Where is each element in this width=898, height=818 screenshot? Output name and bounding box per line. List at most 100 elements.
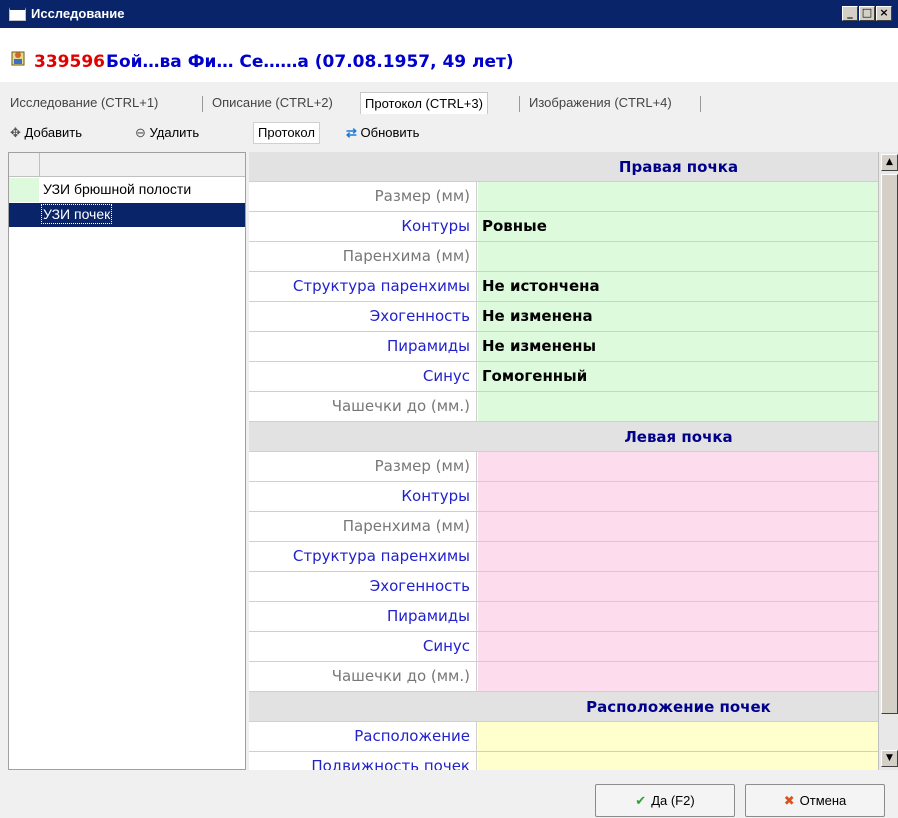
remove-label: Удалить (149, 125, 200, 140)
row-indicator (9, 178, 39, 202)
grid-row: Размер (мм) (249, 182, 878, 212)
field-label: Размер (мм) (249, 182, 477, 211)
tab-separator (202, 96, 203, 112)
list-item[interactable]: УЗИ брюшной полости (9, 178, 245, 202)
protocol-toolbar: Протокол ⇄ Обновить (249, 118, 898, 146)
window-icon (9, 7, 26, 21)
remove-button[interactable]: ⊖ Удалить (135, 123, 199, 143)
patient-icon (11, 51, 25, 66)
field-label: Подвижность почек (249, 752, 477, 770)
grid-row: Контуры (249, 482, 878, 512)
field-value[interactable] (478, 542, 878, 571)
field-label: Чашечки до (мм.) (249, 662, 477, 691)
field-label: Пирамиды (249, 602, 477, 631)
field-value[interactable] (478, 602, 878, 631)
field-value[interactable] (478, 512, 878, 541)
field-value[interactable]: Не истончена (478, 272, 878, 301)
check-icon: ✔ (635, 793, 647, 808)
plus-icon: ✥ (10, 125, 21, 140)
field-value[interactable] (478, 392, 878, 421)
field-value[interactable]: Ровные (478, 212, 878, 241)
field-value[interactable] (478, 722, 878, 751)
field-value[interactable] (478, 482, 878, 511)
field-value[interactable] (478, 452, 878, 481)
field-label: Паренхима (мм) (249, 242, 477, 271)
field-label: Пирамиды (249, 332, 477, 361)
study-list-toolbar: ✥ Добавить ⊖ Удалить (0, 118, 247, 146)
study-list-header (9, 153, 245, 177)
grid-row: Контуры Ровные (249, 212, 878, 242)
ok-button[interactable]: ✔ Да (F2) (595, 784, 735, 817)
cross-icon: ✖ (783, 793, 795, 808)
field-value[interactable] (478, 182, 878, 211)
scroll-thumb[interactable] (881, 174, 898, 714)
tab-images[interactable]: Изображения (CTRL+4) (525, 92, 676, 114)
list-item-selected[interactable]: УЗИ почек (9, 203, 245, 227)
field-label: Чашечки до (мм.) (249, 392, 477, 421)
patient-name: Бой…ва Фи… Се……а (07.08.1957, 49 лет) (106, 52, 514, 72)
cancel-label: Отмена (799, 793, 847, 808)
list-item-label: УЗИ брюшной полости (43, 181, 192, 197)
minimize-button[interactable]: _ (842, 6, 858, 21)
study-list: УЗИ брюшной полости УЗИ почек (8, 152, 246, 770)
field-label: Размер (мм) (249, 452, 477, 481)
tab-separator (519, 96, 520, 112)
grid-row: Структура паренхимы Не истончена (249, 272, 878, 302)
field-label: Синус (249, 632, 477, 661)
field-value[interactable] (478, 752, 878, 770)
scroll-up-icon[interactable]: ▲ (881, 154, 898, 171)
list-item-label: УЗИ почек (40, 204, 113, 224)
tab-description[interactable]: Описание (CTRL+2) (208, 92, 337, 114)
grid-row: Размер (мм) (249, 452, 878, 482)
grid-row: Эхогенность Не изменена (249, 302, 878, 332)
grid-row: Синус (249, 632, 878, 662)
grid-row: Пирамиды (249, 602, 878, 632)
grid-row: Паренхима (мм) (249, 512, 878, 542)
section-header: Левая почка (249, 422, 878, 452)
refresh-button[interactable]: ⇄ Обновить (346, 123, 419, 143)
add-label: Добавить (24, 125, 82, 140)
tab-separator (700, 96, 701, 112)
tab-study[interactable]: Исследование (CTRL+1) (6, 92, 162, 114)
title-bar: Исследование _ □ × (0, 0, 898, 28)
close-button[interactable]: × (876, 6, 892, 21)
tab-protocol[interactable]: Протокол (CTRL+3) (360, 92, 488, 114)
minus-icon: ⊖ (135, 125, 146, 140)
grid-row: Эхогенность (249, 572, 878, 602)
field-value[interactable] (478, 662, 878, 691)
field-value[interactable] (478, 572, 878, 601)
maximize-button[interactable]: □ (859, 6, 875, 21)
protocol-button[interactable]: Протокол (253, 122, 320, 144)
window: Исследование _ □ × 339596 Бой…ва Фи… Се…… (0, 0, 898, 818)
vertical-scrollbar[interactable]: ▲ ▼ (878, 152, 898, 770)
refresh-label: Обновить (360, 125, 420, 140)
refresh-icon: ⇄ (346, 125, 357, 140)
field-value[interactable]: Не изменена (478, 302, 878, 331)
field-label: Синус (249, 362, 477, 391)
grid-row: Подвижность почек (249, 752, 878, 770)
add-button[interactable]: ✥ Добавить (10, 123, 82, 143)
field-value[interactable]: Не изменены (478, 332, 878, 361)
section-header: Правая почка (249, 152, 878, 182)
window-title: Исследование (31, 6, 125, 21)
dialog-footer: ✔ Да (F2) ✖ Отмена (0, 774, 898, 818)
field-value[interactable]: Гомогенный (478, 362, 878, 391)
grid-row: Чашечки до (мм.) (249, 662, 878, 692)
grid-row: Чашечки до (мм.) (249, 392, 878, 422)
field-label: Структура паренхимы (249, 272, 477, 301)
ok-label: Да (F2) (651, 793, 695, 808)
patient-id: 339596 (34, 52, 105, 72)
field-label: Контуры (249, 482, 477, 511)
grid-row: Структура паренхимы (249, 542, 878, 572)
grid-row: Синус Гомогенный (249, 362, 878, 392)
field-label: Расположение (249, 722, 477, 751)
grid-row: Паренхима (мм) (249, 242, 878, 272)
tab-bar: Исследование (CTRL+1) Описание (CTRL+2) … (0, 88, 898, 114)
field-label: Эхогенность (249, 302, 477, 331)
field-label: Паренхима (мм) (249, 512, 477, 541)
scroll-down-icon[interactable]: ▼ (881, 750, 898, 767)
cancel-button[interactable]: ✖ Отмена (745, 784, 885, 817)
grid-row: Пирамиды Не изменены (249, 332, 878, 362)
field-value[interactable] (478, 632, 878, 661)
field-value[interactable] (478, 242, 878, 271)
